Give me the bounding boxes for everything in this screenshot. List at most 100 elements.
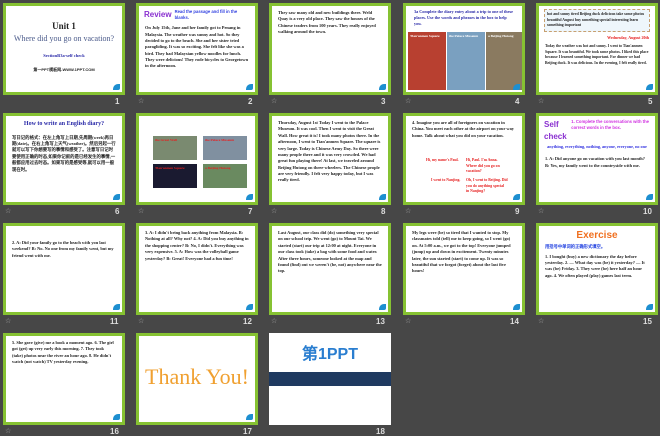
photo-caption: a Beijing Hutong — [488, 34, 514, 38]
slide-text: Thursday, August 1st Today I went to the… — [278, 120, 381, 183]
slide-number: 8 — [381, 207, 386, 216]
slide-number: 9 — [515, 207, 520, 216]
corner-logo-icon — [113, 414, 120, 420]
slide-text: 4. Imagine you are all of foreigners on … — [412, 120, 514, 138]
ppt-logo: 第1PPT — [301, 346, 359, 363]
slide-thumbnail-7[interactable]: the Great Wall the Palace Museum Tian'anme… — [136, 113, 258, 205]
slide-thumbnail-15[interactable]: Exercise 用括号中单词的正确形式填空。 1. I bought (buy) … — [536, 223, 658, 315]
photo: Tian'anmen Square — [408, 32, 446, 90]
slide-thumbnail-8[interactable]: Thursday, August 1st Today I went to the… — [269, 113, 391, 205]
photo-caption: the Palace Museum — [205, 138, 235, 142]
transition-icon[interactable]: ☆ — [5, 317, 11, 325]
photo-caption: the Palace Museum — [449, 34, 479, 38]
slide-thumbnail-10[interactable]: Self check 1. Complete the conversations … — [536, 113, 658, 205]
slide-subtitle: Where did you go on vacation? — [13, 34, 115, 44]
photo: a Beijing Hutong — [486, 32, 522, 90]
slide-number: 10 — [643, 207, 652, 216]
slide-thumbnail-2[interactable]: Review Read the passage and fill in the b… — [136, 3, 258, 95]
transition-icon[interactable]: ☆ — [271, 317, 277, 325]
transition-icon[interactable]: ☆ — [538, 97, 544, 105]
slide-instructions: 1. Complete the conversations with the c… — [571, 119, 649, 131]
slide-number: 15 — [643, 317, 652, 326]
slide-thumbnail-16[interactable]: 5. She gave (give) me a book a moment ag… — [3, 333, 125, 425]
photo-caption: the Great Wall — [155, 138, 178, 142]
slide-number: 13 — [376, 317, 385, 326]
slide-number: 6 — [115, 207, 120, 216]
photo: the Palace Museum — [447, 32, 485, 90]
corner-logo-icon — [379, 304, 386, 310]
slide-thumbnail-5[interactable]: hot and sunny tired Beijing duck delicio… — [536, 3, 658, 95]
corner-logo-icon — [379, 194, 386, 200]
transition-icon[interactable]: ☆ — [405, 97, 411, 105]
photo: the Great Wall — [153, 136, 197, 160]
slide-heading: Review — [144, 10, 172, 19]
corner-logo-icon — [246, 194, 253, 200]
slide-text: Thank You! — [145, 364, 249, 389]
slide-number: 11 — [110, 317, 119, 326]
slide-text: On July 15th, Jane and her family got to… — [145, 25, 249, 69]
transition-icon[interactable]: ☆ — [138, 207, 144, 215]
corner-logo-icon — [113, 84, 120, 90]
slide-thumbnail-18[interactable]: 第1PPT — [269, 333, 391, 425]
corner-logo-icon — [113, 304, 120, 310]
slide-text: They saw many old and new buildings ther… — [278, 10, 376, 35]
corner-logo-icon — [513, 84, 520, 90]
slide-thumbnail-6[interactable]: How to write an English diary? 写日记的格式：在左上… — [3, 113, 125, 205]
slide-thumbnail-11[interactable]: 2. A: Did your family go to the beach wi… — [3, 223, 125, 315]
slide-text: 5. She gave (give) me a book a moment ag… — [12, 340, 114, 365]
slide-thumbnail-14[interactable]: My legs were (be) so tired that I wanted… — [403, 223, 525, 315]
speech-bubble: Hi, my name's Paul. — [426, 158, 459, 162]
slide-instr: 3a Complete the diary entry about a trip… — [414, 9, 513, 27]
corner-logo-icon — [646, 304, 653, 310]
transition-icon[interactable]: ☆ — [405, 207, 411, 215]
slide-heading: Self check — [544, 120, 567, 141]
corner-logo-icon — [646, 84, 653, 90]
slide-site: 第一PPT模板网-WWW.1PPT.COM — [33, 67, 95, 73]
photo: Tian'anmen Square — [153, 164, 197, 188]
slide-number: 12 — [243, 317, 252, 326]
slide-text: My legs were (be) so tired that I wanted… — [412, 230, 511, 274]
slide-thumbnail-12[interactable]: 3. A: I didn't bring back anything from … — [136, 223, 258, 315]
slide-thumbnail-9[interactable]: 4. Imagine you are all of foreigners on … — [403, 113, 525, 205]
photo: a Beijing Hutong — [203, 164, 247, 188]
slide-title: Unit 1 — [52, 21, 76, 31]
slide-number: 4 — [515, 97, 520, 106]
transition-icon[interactable]: ☆ — [138, 317, 144, 325]
transition-icon[interactable]: ☆ — [5, 207, 11, 215]
corner-logo-icon — [246, 84, 253, 90]
speech-bubble: Oh, I went to Beijing. Did you do anythi… — [466, 178, 508, 193]
slide-number: 2 — [248, 97, 253, 106]
corner-logo-icon — [513, 194, 520, 200]
corner-logo-icon — [379, 84, 386, 90]
photo-caption: Tian'anmen Square — [155, 166, 185, 170]
transition-icon[interactable]: ☆ — [5, 427, 11, 435]
transition-icon[interactable]: ☆ — [538, 207, 544, 215]
slide-text: 1. I bought (buy) a new dictionary the d… — [545, 253, 645, 278]
slide-words: anything, everything, nothing, anyone, e… — [547, 144, 647, 150]
slide-thumbnail-17[interactable]: Thank You! — [136, 333, 258, 425]
slide-text: 3. A: I didn't bring back anything from … — [145, 230, 249, 261]
slide-thumbnail-1[interactable]: Unit 1 Where did you go on vacation? Secti… — [3, 3, 125, 95]
slide-box: hot and sunny tired Beijing duck delicio… — [544, 9, 650, 32]
transition-icon[interactable]: ☆ — [271, 207, 277, 215]
transition-icon[interactable]: ☆ — [405, 317, 411, 325]
corner-logo-icon — [113, 194, 120, 200]
transition-icon[interactable]: ☆ — [138, 97, 144, 105]
slide-thumbnail-3[interactable]: They saw many old and new buildings ther… — [269, 3, 391, 95]
slide-number: 7 — [248, 207, 253, 216]
speech-bubble: Hi, Paul. I'm Anna. Where did you go on … — [466, 158, 500, 173]
transition-icon[interactable]: ☆ — [271, 97, 277, 105]
slide-instructions: Read the passage and fill in the blanks. — [174, 9, 238, 21]
slide-number: 1 — [115, 97, 120, 106]
slide-text: 写日记的格式：在左上角写上日期,先周期(week)再日期(date)。在右上角写… — [12, 134, 116, 172]
slide-number: 5 — [648, 97, 653, 106]
slide-number: 3 — [381, 97, 386, 106]
slide-instr — [139, 116, 255, 119]
transition-icon[interactable]: ☆ — [538, 317, 544, 325]
corner-logo-icon — [246, 414, 253, 420]
slide-thumbnail-13[interactable]: Last August, our class did (do) somethin… — [269, 223, 391, 315]
slide-section: SectionB3a-self check — [43, 52, 85, 58]
photo-caption: a Beijing Hutong — [205, 166, 231, 170]
banner — [269, 372, 391, 387]
slide-thumbnail-4[interactable]: 3a Complete the diary entry about a trip… — [403, 3, 525, 95]
